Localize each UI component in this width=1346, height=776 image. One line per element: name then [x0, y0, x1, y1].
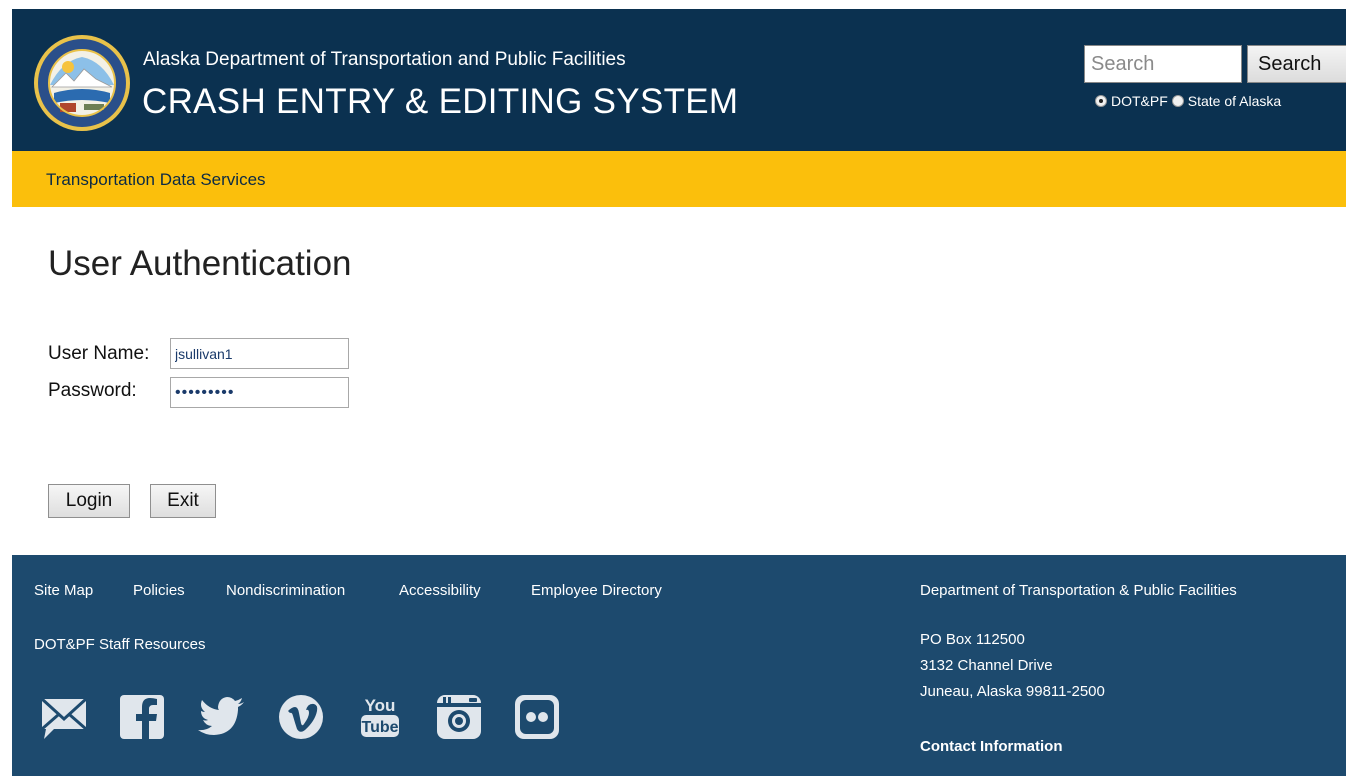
footer-link-staff-resources[interactable]: DOT&PF Staff Resources	[34, 636, 205, 653]
search-scope: DOT&PF State of Alaska	[1095, 93, 1285, 109]
password-field[interactable]	[170, 377, 349, 408]
flickr-icon[interactable]	[512, 689, 564, 741]
email-icon[interactable]	[38, 689, 90, 741]
search-button[interactable]: Search	[1247, 45, 1346, 83]
state-seal-logo	[34, 35, 130, 131]
page-title: User Authentication	[48, 244, 352, 283]
footer-link-accessibility[interactable]: Accessibility	[399, 582, 481, 599]
system-title: CRASH ENTRY & EDITING SYSTEM	[142, 82, 739, 121]
top-strip	[0, 0, 1346, 9]
svg-text:Tube: Tube	[361, 719, 398, 736]
footer-link-nondiscrimination[interactable]: Nondiscrimination	[226, 582, 345, 599]
search-input[interactable]	[1084, 45, 1242, 83]
nav-bar: Transportation Data Services	[12, 151, 1346, 207]
twitter-icon[interactable]	[196, 689, 248, 741]
footer-dept-name: Department of Transportation & Public Fa…	[920, 582, 1237, 599]
footer-link-policies[interactable]: Policies	[133, 582, 185, 599]
footer-link-site-map[interactable]: Site Map	[34, 582, 93, 599]
site-header: Alaska Department of Transportation and …	[12, 9, 1346, 151]
footer-address-line: Juneau, Alaska 99811-2500	[920, 683, 1105, 700]
footer-link-employee-directory[interactable]: Employee Directory	[531, 582, 662, 599]
instagram-icon[interactable]	[433, 689, 485, 741]
footer-contact-link[interactable]: Contact Information	[920, 738, 1063, 755]
nav-link-transportation-data-services[interactable]: Transportation Data Services	[46, 170, 266, 190]
svg-text:You: You	[365, 696, 396, 715]
exit-button[interactable]: Exit	[150, 484, 216, 518]
scope-radio-state[interactable]	[1171, 95, 1184, 107]
login-button[interactable]: Login	[48, 484, 130, 518]
footer-address-line: PO Box 112500	[920, 631, 1025, 648]
scope-radio-dotpf[interactable]	[1095, 95, 1107, 107]
footer-address-line: 3132 Channel Drive	[920, 657, 1053, 674]
scope-label-dotpf: DOT&PF	[1111, 93, 1168, 109]
username-label: User Name:	[48, 343, 150, 364]
youtube-icon[interactable]: You Tube	[354, 689, 406, 741]
agency-name: Alaska Department of Transportation and …	[143, 49, 626, 70]
password-label: Password:	[48, 380, 137, 401]
scope-label-state: State of Alaska	[1187, 93, 1282, 109]
facebook-icon[interactable]	[117, 689, 169, 741]
username-field[interactable]	[170, 338, 349, 369]
vimeo-icon[interactable]	[275, 689, 327, 741]
